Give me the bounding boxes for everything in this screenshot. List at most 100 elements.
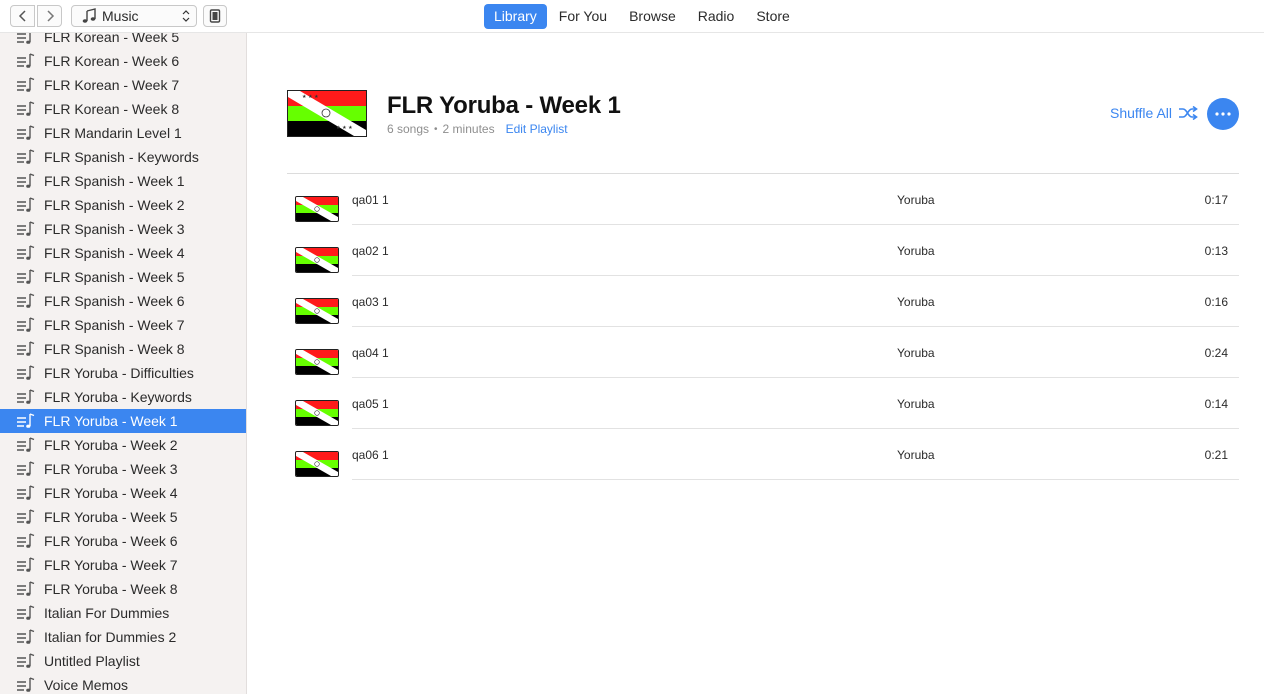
track-name: qa04 1 <box>352 346 389 360</box>
playlist-icon <box>16 652 36 670</box>
track-name: qa03 1 <box>352 295 389 309</box>
track-artist: Yoruba <box>897 346 935 360</box>
sidebar-item-playlist[interactable]: FLR Korean - Week 7 <box>0 73 246 97</box>
sidebar-item-playlist[interactable]: FLR Yoruba - Week 8 <box>0 577 246 601</box>
track-artwork <box>295 451 339 477</box>
shuffle-all-label: Shuffle All <box>1110 105 1173 121</box>
track-row[interactable]: qa05 1 Yoruba 0:14 <box>287 378 1239 429</box>
track-duration: 0:13 <box>1204 244 1228 258</box>
media-kind-select[interactable]: Music <box>71 5 197 27</box>
playlist-icon <box>16 556 36 574</box>
sidebar-item-playlist[interactable]: FLR Mandarin Level 1 <box>0 121 246 145</box>
track-duration: 0:17 <box>1204 193 1228 207</box>
sidebar-item-playlist[interactable]: FLR Yoruba - Week 6 <box>0 529 246 553</box>
playlist-icon <box>16 244 36 262</box>
sidebar-item-playlist[interactable]: Voice Memos <box>0 673 246 694</box>
tab-radio[interactable]: Radio <box>688 4 745 29</box>
sidebar-item-label: FLR Yoruba - Week 1 <box>44 413 178 429</box>
sidebar-item-label: FLR Spanish - Week 8 <box>44 341 185 357</box>
sidebar-item-label: FLR Mandarin Level 1 <box>44 125 182 141</box>
playlist-icon <box>16 484 36 502</box>
sidebar-item-playlist[interactable]: Italian for Dummies 2 <box>0 625 246 649</box>
sidebar-item-label: FLR Yoruba - Week 6 <box>44 533 178 549</box>
playlist-icon <box>16 508 36 526</box>
updown-chevron-icon <box>182 10 190 22</box>
playlist-icon <box>16 316 36 334</box>
track-row[interactable]: qa04 1 Yoruba 0:24 <box>287 327 1239 378</box>
sidebar-item-playlist[interactable]: FLR Spanish - Week 7 <box>0 313 246 337</box>
track-name: qa05 1 <box>352 397 389 411</box>
sidebar-item-label: FLR Spanish - Week 1 <box>44 173 185 189</box>
sidebar-item-playlist[interactable]: FLR Spanish - Week 2 <box>0 193 246 217</box>
tab-store[interactable]: Store <box>746 4 799 29</box>
playlist-icon <box>16 460 36 478</box>
playlist-icon <box>16 580 36 598</box>
playlist-icon <box>16 196 36 214</box>
playlist-icon <box>16 412 36 430</box>
playlist-duration: 2 minutes <box>442 122 495 136</box>
sidebar-item-playlist[interactable]: FLR Spanish - Week 1 <box>0 169 246 193</box>
sidebar-item-playlist[interactable]: FLR Yoruba - Week 2 <box>0 433 246 457</box>
more-options-button[interactable] <box>1207 98 1239 130</box>
playlist-icon <box>16 148 36 166</box>
sidebar-item-playlist[interactable]: FLR Yoruba - Week 1 <box>0 409 246 433</box>
sidebar-item-label: FLR Spanish - Keywords <box>44 149 199 165</box>
track-artwork <box>295 247 339 273</box>
track-row[interactable]: qa02 1 Yoruba 0:13 <box>287 225 1239 276</box>
track-divider <box>352 479 1239 480</box>
track-row[interactable]: qa03 1 Yoruba 0:16 <box>287 276 1239 327</box>
sidebar-item-playlist[interactable]: FLR Spanish - Week 4 <box>0 241 246 265</box>
sidebar-item-playlist[interactable]: FLR Spanish - Week 8 <box>0 337 246 361</box>
sidebar-item-playlist[interactable]: Italian For Dummies <box>0 601 246 625</box>
shuffle-icon <box>1179 106 1198 120</box>
playlist-detail: ★ ★ ★ ★ ★ ★ FLR Yoruba - Week 1 6 songs … <box>248 33 1264 694</box>
back-button[interactable] <box>10 5 35 27</box>
track-artist: Yoruba <box>897 448 935 462</box>
device-button[interactable] <box>203 5 227 27</box>
flag-artwork-icon <box>296 452 338 476</box>
sidebar-item-playlist[interactable]: Untitled Playlist <box>0 649 246 673</box>
sidebar-item-label: FLR Yoruba - Difficulties <box>44 365 194 381</box>
tab-browse[interactable]: Browse <box>619 4 686 29</box>
playlist-icon <box>16 388 36 406</box>
playlist-icon <box>16 220 36 238</box>
sidebar-item-playlist[interactable]: FLR Spanish - Week 6 <box>0 289 246 313</box>
tab-for-you[interactable]: For You <box>549 4 617 29</box>
sidebar-item-playlist[interactable]: FLR Spanish - Week 3 <box>0 217 246 241</box>
sidebar-item-playlist[interactable]: FLR Spanish - Keywords <box>0 145 246 169</box>
sidebar-item-label: FLR Yoruba - Week 5 <box>44 509 178 525</box>
sidebar-item-playlist[interactable]: FLR Yoruba - Week 3 <box>0 457 246 481</box>
sidebar-item-playlist[interactable]: FLR Yoruba - Week 4 <box>0 481 246 505</box>
playlist-artwork: ★ ★ ★ ★ ★ ★ <box>287 90 367 137</box>
track-list: qa01 1 Yoruba 0:17 qa02 1 Yoruba 0:13 qa03 1 Yo… <box>287 174 1239 480</box>
sidebar-item-label: FLR Korean - Week 6 <box>44 53 180 69</box>
sidebar-item-playlist[interactable]: FLR Spanish - Week 5 <box>0 265 246 289</box>
shuffle-all-button[interactable]: Shuffle All <box>1110 105 1198 121</box>
edit-playlist-link[interactable]: Edit Playlist <box>506 122 568 136</box>
sidebar-item-label: FLR Spanish - Week 7 <box>44 317 185 333</box>
track-row[interactable]: qa06 1 Yoruba 0:21 <box>287 429 1239 480</box>
track-row[interactable]: qa01 1 Yoruba 0:17 <box>287 174 1239 225</box>
forward-button[interactable] <box>37 5 62 27</box>
sidebar-item-label: FLR Yoruba - Keywords <box>44 389 192 405</box>
sidebar-item-label: FLR Spanish - Week 3 <box>44 221 185 237</box>
sidebar-item-playlist[interactable]: FLR Korean - Week 8 <box>0 97 246 121</box>
track-artwork <box>295 400 339 426</box>
sidebar-item-playlist[interactable]: FLR Yoruba - Difficulties <box>0 361 246 385</box>
sidebar-item-label: FLR Yoruba - Week 4 <box>44 485 178 501</box>
media-kind-label: Music <box>102 8 139 24</box>
playlist-icon <box>16 436 36 454</box>
tab-library[interactable]: Library <box>484 4 547 29</box>
meta-separator: • <box>434 123 438 135</box>
playlist-icon <box>16 364 36 382</box>
sidebar-item-label: FLR Yoruba - Week 8 <box>44 581 178 597</box>
sidebar-item-playlist[interactable]: FLR Yoruba - Keywords <box>0 385 246 409</box>
sidebar-item-playlist[interactable]: FLR Yoruba - Week 7 <box>0 553 246 577</box>
flag-artwork-icon <box>296 248 338 272</box>
sidebar-item-playlist[interactable]: FLR Korean - Week 6 <box>0 49 246 73</box>
playlist-icon <box>16 52 36 70</box>
playlist-title: FLR Yoruba - Week 1 <box>387 92 621 119</box>
svg-text:★ ★ ★: ★ ★ ★ <box>336 125 353 131</box>
sidebar-item-playlist[interactable]: FLR Korean - Week 5 <box>0 33 246 49</box>
sidebar-item-playlist[interactable]: FLR Yoruba - Week 5 <box>0 505 246 529</box>
